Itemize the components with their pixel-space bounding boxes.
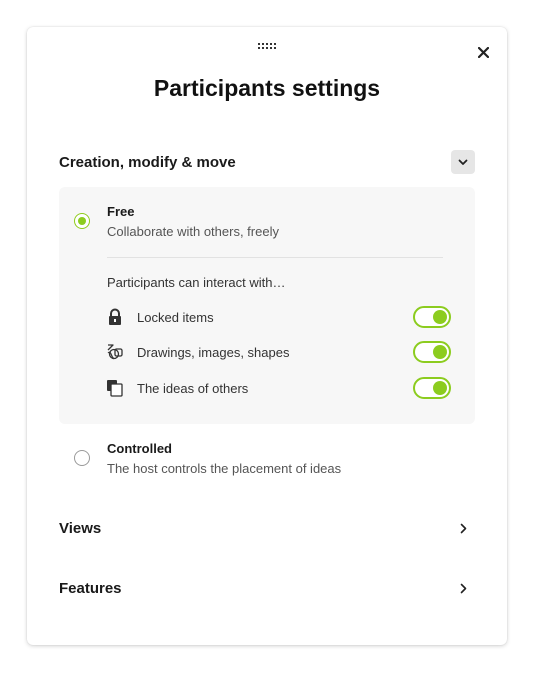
drawings-toggle[interactable] (413, 341, 451, 363)
ideas-icon (105, 378, 125, 398)
locked-items-toggle[interactable] (413, 306, 451, 328)
free-mode-radio[interactable] (74, 213, 90, 229)
lock-icon (105, 307, 125, 327)
permission-row-drawings: Drawings, images, shapes (105, 340, 451, 364)
drag-handle-icon[interactable] (258, 43, 276, 51)
features-section-header[interactable]: Features (59, 576, 475, 600)
shapes-icon (105, 342, 125, 362)
permission-label: Drawings, images, shapes (137, 344, 290, 360)
interact-label: Participants can interact with… (107, 275, 286, 290)
ideas-toggle[interactable] (413, 377, 451, 399)
creation-section-header[interactable]: Creation, modify & move (59, 150, 475, 174)
views-section-title: Views (59, 519, 102, 537)
controlled-mode-radio[interactable] (74, 450, 90, 466)
free-mode-description: Collaborate with others, freely (107, 224, 279, 239)
chevron-right-icon (455, 580, 471, 596)
permission-label: Locked items (137, 309, 214, 325)
free-mode-title: Free (107, 204, 135, 219)
divider (107, 257, 443, 258)
views-section-header[interactable]: Views (59, 516, 475, 540)
dialog-title: Participants settings (153, 75, 381, 101)
features-section-title: Features (59, 579, 122, 597)
permission-label: The ideas of others (137, 380, 249, 396)
close-icon (477, 46, 489, 58)
creation-section-title: Creation, modify & move (59, 153, 236, 171)
permission-row-ideas: The ideas of others (105, 376, 451, 400)
controlled-mode-description: The host controls the placement of ideas (107, 461, 342, 476)
controlled-mode-title: Controlled (107, 441, 172, 456)
collapse-section-button[interactable] (451, 150, 475, 174)
chevron-down-icon (458, 159, 468, 165)
close-button[interactable] (473, 42, 493, 62)
permission-row-locked-items: Locked items (105, 305, 451, 329)
chevron-right-icon (455, 520, 471, 536)
participants-settings-dialog: Participants settings Creation, modify &… (27, 27, 507, 645)
free-mode-option: Free Collaborate with others, freely Par… (59, 187, 475, 424)
